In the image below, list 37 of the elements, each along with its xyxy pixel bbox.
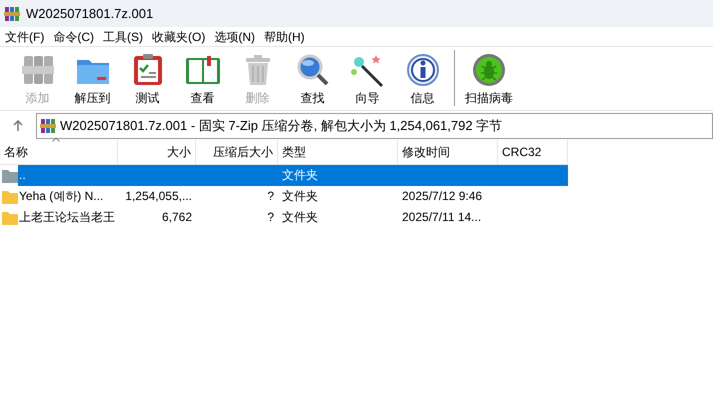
bug-icon [471,52,507,88]
toolbar-button[interactable]: 信息 [395,52,450,106]
menu-item[interactable]: 文件(F) [1,27,48,46]
file-name[interactable]: .. [18,165,118,186]
toolbar-button[interactable]: 扫描病毒 [459,52,519,106]
file-row[interactable]: 上老王论坛当老王 6,762 ? 文件夹 2025/7/11 14... [18,207,568,228]
menu-item[interactable]: 工具(S) [99,27,147,46]
address-bar[interactable]: W2025071801.7z.001 - 固实 7-Zip 压缩分卷, 解包大小为 1,254,061,792 字节 [36,112,713,138]
table-cell-text: 文件夹 [281,188,319,205]
file-row[interactable]: Yeha (예하) N... 1,254,055,... ? 文件夹 2025/7/12 9:46 [18,186,568,207]
table-cell-text: ? [266,188,275,205]
table-cell-text: 文件夹 [281,167,319,184]
table-cell-text: 6,762 [160,209,193,226]
file-name[interactable]: Yeha (예하) N... [18,186,118,207]
toolbar-button[interactable]: 查看 [175,52,230,106]
menu-item[interactable]: 帮助(H) [260,27,309,46]
magnifier-icon [294,52,330,88]
up-arrow-icon [12,120,24,132]
file-name[interactable]: 上老王论坛当老王 [18,207,118,228]
table-cell-text: 2025/7/12 9:46 [401,188,484,205]
info-icon [404,52,440,88]
archive-icon [40,118,56,134]
toolbar-button[interactable]: 测试 [120,52,175,106]
table-cell-text: 1,254,055,... [124,188,193,205]
file-row[interactable]: .. 文件夹 [18,165,568,186]
table-cell-text: 2025/7/11 14... [401,209,482,226]
app-logo-icon [4,6,20,22]
toolbar-button[interactable]: 向导 [340,52,395,106]
menu-item[interactable]: 收藏夹(O) [148,27,210,46]
toolbar-button[interactable]: 查找 [285,52,340,106]
table-cell-text: ? [266,209,275,226]
menu-item[interactable]: 选项(N) [210,27,259,46]
toolbar-button[interactable]: 解压到 [65,52,120,106]
address-text: W2025071801.7z.001 - 固实 7-Zip 压缩分卷, 解包大小为 1,254,061,792 字节 [60,116,502,135]
window-title: W2025071801.7z.001 [26,4,154,23]
table-cell-text: 文件夹 [281,209,319,226]
menu-item[interactable]: 命令(C) [49,27,98,46]
